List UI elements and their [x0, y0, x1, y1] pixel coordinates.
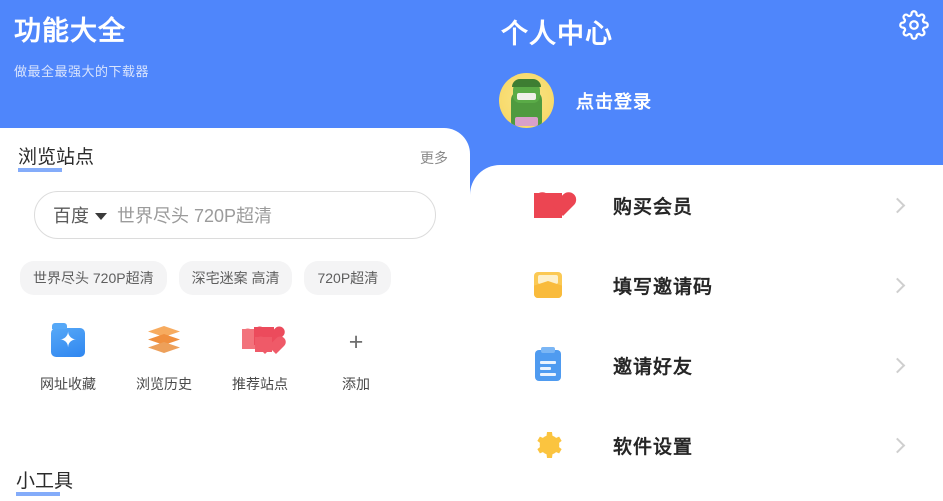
- left-panel-functions: 功能大全 做最全最强大的下载器 浏览站点 更多 百度 世界尽头 720P超清 世…: [0, 0, 470, 501]
- layers-icon: [143, 321, 185, 363]
- menu-item-label: 邀请好友: [613, 356, 694, 378]
- gear-icon[interactable]: [899, 10, 929, 40]
- clipboard-icon: [530, 346, 566, 383]
- more-link[interactable]: 更多: [420, 148, 448, 168]
- search-engine-selector[interactable]: 百度: [53, 202, 107, 228]
- left-panel-header: 功能大全 做最全最强大的下载器: [0, 0, 470, 80]
- search-input[interactable]: 世界尽头 720P超清: [117, 202, 272, 228]
- shortcut-recommended-sites[interactable]: 推荐站点: [212, 321, 308, 394]
- browse-sites-card: 浏览站点 更多 百度 世界尽头 720P超清 世界尽头 720P超清 深宅迷案 …: [0, 128, 470, 501]
- shortcut-label: 网址收藏: [40, 376, 96, 392]
- profile-login-row[interactable]: 点击登录: [470, 51, 943, 128]
- profile-menu-card: 购买会员 填写邀请码 邀请好友 软件设置: [470, 165, 943, 501]
- right-panel-profile: 个人中心 点击登录 购买会员 填写邀请码 邀请好友 软件设置: [470, 0, 943, 501]
- envelope-icon: [530, 267, 566, 303]
- chevron-right-icon: [889, 437, 906, 453]
- shortcut-row: ✦ 网址收藏 浏览历史 推荐站点 + 添加: [16, 321, 454, 394]
- menu-item-app-settings[interactable]: 软件设置: [470, 405, 943, 485]
- profile-page-title: 个人中心: [501, 19, 613, 49]
- page-subtitle: 做最全最强大的下载器: [14, 64, 150, 79]
- chevron-right-icon: [889, 357, 906, 373]
- shortcut-add[interactable]: + 添加: [308, 321, 404, 394]
- login-label[interactable]: 点击登录: [576, 88, 652, 114]
- menu-item-invite-code[interactable]: 填写邀请码: [470, 245, 943, 325]
- hearts-icon: [239, 321, 281, 363]
- shortcut-history[interactable]: 浏览历史: [116, 321, 212, 394]
- folder-star-icon: ✦: [47, 321, 89, 363]
- shortcut-label: 推荐站点: [232, 376, 288, 392]
- heart-icon: [530, 187, 566, 223]
- avatar[interactable]: [499, 73, 554, 128]
- menu-item-invite-friends[interactable]: 邀请好友: [470, 325, 943, 405]
- shortcut-bookmarks[interactable]: ✦ 网址收藏: [20, 321, 116, 394]
- browse-sites-header: 浏览站点 更多: [16, 128, 454, 172]
- shortcut-label: 添加: [342, 376, 370, 392]
- history-tag[interactable]: 深宅迷案 高清: [178, 261, 293, 295]
- search-history-tags: 世界尽头 720P超清 深宅迷案 高清 720P超清: [16, 261, 454, 295]
- section-title-browse-sites: 浏览站点: [18, 142, 94, 172]
- history-tag[interactable]: 720P超清: [304, 261, 392, 295]
- menu-item-buy-membership[interactable]: 购买会员: [470, 165, 943, 245]
- chevron-right-icon: [889, 277, 906, 293]
- plus-icon: +: [348, 327, 364, 356]
- gear-icon: [530, 427, 566, 463]
- shortcut-label: 浏览历史: [136, 376, 192, 392]
- caret-down-icon: [95, 213, 107, 220]
- section-title-tools: 小工具: [16, 466, 73, 496]
- menu-item-label: 填写邀请码: [613, 276, 714, 298]
- menu-item-label: 购买会员: [613, 196, 694, 218]
- search-engine-label: 百度: [53, 206, 89, 226]
- search-bar[interactable]: 百度 世界尽头 720P超清: [34, 191, 436, 239]
- menu-item-label: 软件设置: [613, 436, 694, 458]
- page-title: 功能大全: [14, 16, 126, 46]
- history-tag[interactable]: 世界尽头 720P超清: [20, 261, 167, 295]
- chevron-right-icon: [889, 197, 906, 213]
